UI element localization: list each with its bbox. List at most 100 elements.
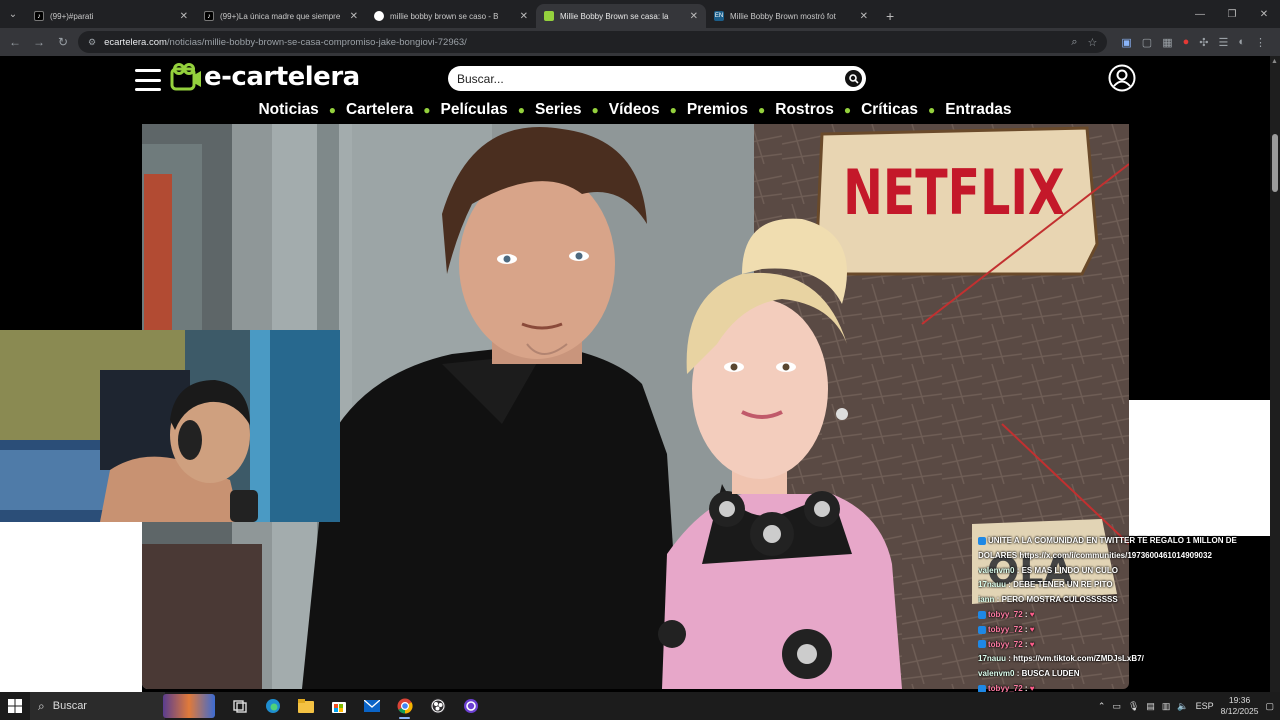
- mail-icon[interactable]: [355, 692, 388, 720]
- user-account-icon[interactable]: [1108, 64, 1136, 92]
- chat-message: UNITE A LA COMUNIDAD EN TWITTER TE REGAL…: [978, 534, 1278, 549]
- forward-button[interactable]: →: [30, 33, 48, 51]
- nav-item-2[interactable]: Películas: [440, 101, 507, 119]
- mic-icon[interactable]: 🎙: [1128, 701, 1139, 712]
- tiktok-icon: ♪: [34, 11, 44, 21]
- scrollbar-thumb[interactable]: [1272, 134, 1278, 192]
- search-button[interactable]: [845, 70, 862, 87]
- taskbar-search-label: Buscar: [52, 700, 87, 712]
- chat-username: valenvm0: [978, 565, 1015, 575]
- notifications-icon[interactable]: ▢: [1265, 701, 1274, 712]
- site-search: [448, 66, 866, 91]
- network-icon[interactable]: ▤: [1146, 701, 1155, 712]
- close-tab-icon[interactable]: ✕: [520, 11, 528, 22]
- extension-record-icon[interactable]: ●: [1183, 36, 1190, 49]
- extension-icon[interactable]: ▢: [1142, 36, 1152, 49]
- overlay-blank-panel: [0, 522, 142, 692]
- edge-icon[interactable]: [256, 692, 289, 720]
- taskbar-search[interactable]: ⌕ Buscar: [30, 692, 165, 720]
- search-input[interactable]: [457, 71, 845, 86]
- battery-icon[interactable]: ▥: [1162, 701, 1171, 712]
- reading-list-icon[interactable]: ☰: [1218, 36, 1228, 49]
- tray-app-icon[interactable]: ▭: [1112, 701, 1121, 712]
- tab-search-button[interactable]: ⌄: [0, 0, 26, 28]
- puzzle-icon[interactable]: ✣: [1199, 36, 1208, 49]
- chat-text: DOLARES https://x.com/i/communities/1973…: [978, 550, 1212, 560]
- site-info-icon[interactable]: ⚙: [88, 37, 96, 48]
- chat-text: PERO MOSTRA CULOSSSSSS: [1001, 595, 1118, 605]
- hamburger-menu-icon[interactable]: [135, 69, 161, 91]
- nav-item-7[interactable]: Críticas: [861, 101, 918, 119]
- nav-separator-dot: ●: [669, 103, 677, 117]
- nav-separator-dot: ●: [758, 103, 766, 117]
- extensions-area: ▣ ▢ ▦ ● ✣ ☰ ◐ ⋮: [1113, 36, 1274, 49]
- browser-tab[interactable]: ♪ (99+)La única madre que siempre ✕: [196, 4, 366, 28]
- nav-item-8[interactable]: Entradas: [945, 101, 1011, 119]
- file-explorer-icon[interactable]: [289, 692, 322, 720]
- site-logo[interactable]: e-cartelera: [170, 62, 360, 92]
- back-button[interactable]: ←: [6, 33, 24, 51]
- chat-username: valenvm0: [978, 669, 1015, 679]
- chat-emote-icon: ♥: [1029, 624, 1035, 634]
- nav-item-5[interactable]: Premios: [687, 101, 748, 119]
- close-tab-icon[interactable]: ✕: [350, 11, 358, 22]
- browser-tab[interactable]: Millie Bobby Brown se casa: la ✕: [536, 4, 706, 28]
- nav-separator-dot: ●: [517, 103, 525, 117]
- task-view-icon[interactable]: [223, 692, 256, 720]
- browser-tab[interactable]: millie bobby brown se caso - B ✕: [366, 4, 536, 28]
- close-window-button[interactable]: ✕: [1248, 0, 1280, 28]
- app-circle-icon[interactable]: [454, 692, 487, 720]
- scroll-up-arrow-icon[interactable]: ▲: [1271, 58, 1278, 65]
- chat-text: https://vm.tiktok.com/ZMDJsLxB7/: [1013, 654, 1144, 664]
- volume-icon[interactable]: 🔈: [1177, 701, 1188, 712]
- url-host: ecartelera.com: [104, 36, 167, 48]
- tray-chevron-icon[interactable]: ⌃: [1098, 701, 1106, 712]
- nav-item-3[interactable]: Series: [535, 101, 582, 119]
- nav-item-1[interactable]: Cartelera: [346, 101, 413, 119]
- bookmark-star-icon[interactable]: ☆: [1088, 36, 1098, 49]
- chrome-icon[interactable]: [388, 692, 421, 720]
- streamer-webcam: [0, 330, 340, 522]
- taskbar-apps: [223, 692, 487, 720]
- extension-icon[interactable]: ▦: [1162, 36, 1172, 49]
- windows-taskbar: ⌕ Buscar ⌃ ▭ 🎙 ▤ ▥ 🔈 ESP 19:36 8/12/2025: [0, 692, 1280, 720]
- new-tab-button[interactable]: +: [876, 4, 904, 28]
- clock-date: 8/12/2025: [1220, 706, 1259, 716]
- chat-message: tobyy_72 : ♥: [978, 638, 1278, 653]
- chat-message: tobyy_72 : ♥: [978, 623, 1278, 638]
- nav-item-6[interactable]: Rostros: [775, 101, 834, 119]
- close-tab-icon[interactable]: ✕: [860, 11, 868, 22]
- zoom-icon[interactable]: ⌕: [1071, 36, 1077, 49]
- chat-username: tobyy_72: [988, 609, 1023, 619]
- nav-item-0[interactable]: Noticias: [258, 101, 318, 119]
- chat-username: iann: [978, 595, 995, 605]
- browser-tab[interactable]: ♪ (99+)#parati ✕: [26, 4, 196, 28]
- url-path: /noticias/millie-bobby-brown-se-casa-com…: [166, 36, 467, 48]
- chat-badge-icon: [978, 610, 986, 619]
- chat-username: 17nauu: [978, 580, 1007, 590]
- search-highlight-image[interactable]: [163, 694, 215, 718]
- store-icon[interactable]: [322, 692, 355, 720]
- tab-title: (99+)#parati: [50, 11, 94, 21]
- minimize-button[interactable]: —: [1184, 0, 1216, 28]
- url-bar[interactable]: ⚙ ecartelera.com/noticias/millie-bobby-b…: [78, 31, 1108, 53]
- nav-item-4[interactable]: Vídeos: [609, 101, 660, 119]
- obs-icon[interactable]: [421, 692, 454, 720]
- windows-start-button[interactable]: [0, 692, 30, 720]
- google-icon: [374, 11, 384, 21]
- translate-icon[interactable]: ▣: [1121, 36, 1131, 49]
- clock[interactable]: 19:36 8/12/2025: [1221, 695, 1259, 717]
- close-tab-icon[interactable]: ✕: [180, 11, 188, 22]
- language-indicator[interactable]: ESP: [1196, 701, 1214, 711]
- chat-message: tobyy_72 : ♥: [978, 608, 1278, 623]
- chat-message: valenvm0 : BUSCA LUDEN: [978, 669, 1080, 679]
- logo-mark-icon: [170, 63, 201, 91]
- chat-badge-icon: [978, 640, 986, 649]
- browser-tab[interactable]: EN Millie Bobby Brown mostró fot ✕: [706, 4, 876, 28]
- menu-icon[interactable]: ⋮: [1255, 36, 1266, 49]
- close-tab-icon[interactable]: ✕: [690, 11, 698, 22]
- maximize-button[interactable]: ❐: [1216, 0, 1248, 28]
- reload-button[interactable]: ↻: [54, 33, 72, 51]
- profile-avatar[interactable]: ◐: [1238, 36, 1245, 49]
- tiktok-icon: ♪: [204, 11, 214, 21]
